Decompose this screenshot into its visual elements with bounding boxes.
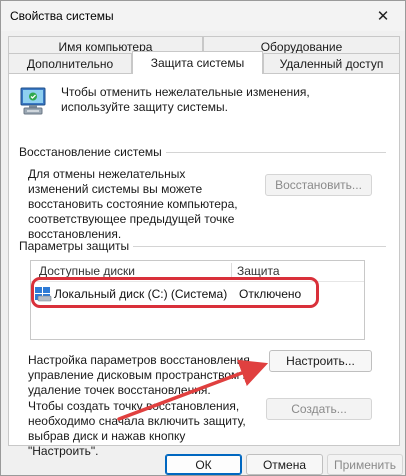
apply-button[interactable]: Применить	[327, 454, 403, 475]
configure-description: Настройка параметров восстановления, упр…	[28, 353, 254, 397]
configure-button[interactable]: Настроить...	[269, 350, 372, 372]
window-title: Свойства системы	[10, 9, 114, 23]
restore-description: Для отмены нежелательных изменений систе…	[28, 167, 238, 241]
system-properties-window: Свойства системы ✕ Имя компьютера Оборуд…	[0, 0, 406, 476]
tab-system-protection[interactable]: Защита системы	[132, 51, 263, 74]
title-bar: Свойства системы ✕	[1, 1, 405, 31]
restore-group-label: Восстановление системы	[19, 145, 166, 159]
create-button[interactable]: Создать...	[266, 398, 372, 420]
ok-button[interactable]: ОК	[165, 454, 242, 475]
restore-button[interactable]: Восстановить...	[265, 174, 372, 196]
column-header-protection[interactable]: Защита	[237, 264, 280, 278]
cancel-button[interactable]: Отмена	[246, 454, 323, 475]
tab-advanced[interactable]: Дополнительно	[8, 53, 132, 73]
intro-text: Чтобы отменить нежелательные изменения, …	[61, 85, 310, 114]
tab-remote-access[interactable]: Удаленный доступ	[263, 53, 400, 73]
close-icon[interactable]: ✕	[361, 1, 405, 31]
dialog-footer: ОК Отмена Применить	[1, 448, 405, 476]
drive-row-highlight-annotation	[31, 277, 319, 308]
system-protection-icon	[20, 87, 46, 115]
column-header-drives[interactable]: Доступные диски	[39, 264, 135, 278]
protection-group-label: Параметры защиты	[19, 239, 134, 253]
